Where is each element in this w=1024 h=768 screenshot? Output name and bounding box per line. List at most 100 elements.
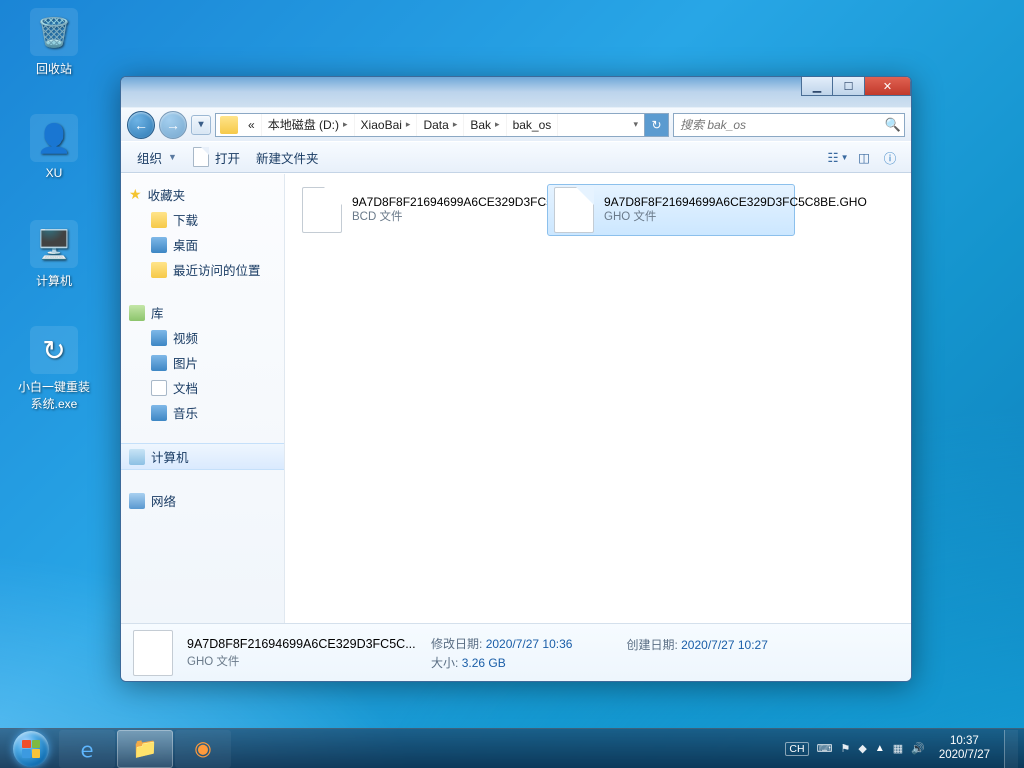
help-button[interactable]: ⓘ [877,146,903,168]
recycle-bin-icon: 🗑️ [30,8,78,56]
explorer-window: ▁ ☐ ✕ ← → ▾ « 本地磁盘 (D:)▸ XiaoBai▸ Data▸ … [120,76,912,682]
nav-music[interactable]: 音乐 [121,400,284,425]
star-icon: ★ [129,186,142,203]
taskbar-clock[interactable]: 10:37 2020/7/27 [933,735,996,763]
nav-downloads[interactable]: 下载 [121,207,284,232]
back-button[interactable]: ← [127,111,155,139]
breadcrumb-item[interactable]: XiaoBai▸ [355,114,418,136]
library-icon [129,305,145,321]
explorer-icon: 📁 [133,736,158,761]
search-icon: 🔍 [882,117,904,133]
taskbar-explorer[interactable]: 📁 [117,730,173,768]
video-icon [151,330,167,346]
desktop-icon-label: 计算机 [14,272,94,289]
window-titlebar[interactable]: ▁ ☐ ✕ [121,77,911,107]
file-item[interactable]: 9A7D8F8F21694699A6CE329D3FC5C8BE.BCD BCD… [295,184,543,236]
taskbar: ｅ 📁 ◉ CH ⌨ ⚑ ◆ ▲ ▦ 🔊 10:37 2020/7/27 [0,728,1024,768]
nav-documents[interactable]: 文档 [121,375,284,400]
details-size: 3.26 GB [462,656,506,670]
desktop-icon-computer[interactable]: 🖥️ 计算机 [14,220,94,289]
file-list-pane[interactable]: 9A7D8F8F21694699A6CE329D3FC5C8BE.BCD BCD… [285,174,911,623]
desktop-icon-label: 小白一键重装系统.exe [14,378,94,412]
breadcrumb-item[interactable]: Bak▸ [464,114,506,136]
new-folder-button[interactable]: 新建文件夹 [248,144,327,171]
nav-computer[interactable]: 计算机 [121,443,284,470]
nav-network[interactable]: 网络 [121,488,284,513]
breadcrumb-item[interactable]: Data▸ [417,114,464,136]
navigation-row: ← → ▾ « 本地磁盘 (D:)▸ XiaoBai▸ Data▸ Bak▸ b… [121,107,911,141]
organize-button[interactable]: 组织▼ [129,144,185,171]
address-bar[interactable]: « 本地磁盘 (D:)▸ XiaoBai▸ Data▸ Bak▸ bak_os … [215,113,669,137]
computer-icon [129,449,145,465]
desktop-icon-recycle-bin[interactable]: 🗑️ 回收站 [14,8,94,77]
open-button[interactable]: 打开 [185,143,248,171]
ie-icon: ｅ [77,734,97,763]
nav-desktop[interactable]: 桌面 [121,232,284,257]
nav-libraries[interactable]: 库 [121,300,284,325]
maximize-button[interactable]: ☐ [833,76,865,96]
desktop-icon-label: XU [14,166,94,180]
file-icon [302,187,342,233]
file-type: GHO 文件 [604,210,867,226]
preview-pane-button[interactable]: ◫ [851,146,877,168]
computer-icon: 🖥️ [30,220,78,268]
details-created: 2020/7/27 10:27 [681,638,768,652]
nav-videos[interactable]: 视频 [121,325,284,350]
nav-favorites[interactable]: ★收藏夹 [121,182,284,207]
action-center-icon[interactable]: ⚑ [840,742,850,755]
keyboard-icon[interactable]: ⌨ [817,742,833,755]
file-name: 9A7D8F8F21694699A6CE329D3FC5C8BE.GHO [604,194,867,210]
breadcrumb-overflow[interactable]: « [242,114,262,136]
system-tray: CH ⌨ ⚑ ◆ ▲ ▦ 🔊 10:37 2020/7/27 [785,730,1020,768]
refresh-button[interactable]: ↻ [644,114,668,136]
taskbar-media-player[interactable]: ◉ [175,730,231,768]
taskbar-ie[interactable]: ｅ [59,730,115,768]
breadcrumb-drive[interactable]: 本地磁盘 (D:)▸ [262,114,355,136]
tray-overflow-button[interactable]: ▲ [875,743,885,754]
music-icon [151,405,167,421]
address-dropdown[interactable]: ▾ [627,114,644,136]
windows-logo-icon [13,731,49,767]
breadcrumb-current[interactable]: bak_os [507,114,559,136]
search-box[interactable]: 🔍 [673,113,905,137]
nav-pictures[interactable]: 图片 [121,350,284,375]
file-icon [193,147,209,167]
minimize-button[interactable]: ▁ [801,76,833,96]
history-dropdown[interactable]: ▾ [191,115,211,135]
details-pane: 9A7D8F8F21694699A6CE329D3FC5C... GHO 文件 … [121,623,911,681]
folder-icon [151,212,167,228]
file-icon [554,187,594,233]
language-indicator[interactable]: CH [785,742,808,756]
documents-icon [151,380,167,396]
desktop-icon-label: 回收站 [14,60,94,77]
show-desktop-button[interactable] [1004,730,1018,768]
close-button[interactable]: ✕ [865,76,911,96]
app-icon: ↻ [30,326,78,374]
media-player-icon: ◉ [194,736,211,761]
details-filename: 9A7D8F8F21694699A6CE329D3FC5C... [187,637,417,651]
network-icon [129,493,145,509]
folder-icon [220,116,238,134]
navigation-pane: ★收藏夹 下载 桌面 最近访问的位置 库 视频 图片 文档 音乐 计算机 网络 [121,174,285,623]
clock-date: 2020/7/27 [939,749,990,763]
nav-recent[interactable]: 最近访问的位置 [121,257,284,282]
details-filetype: GHO 文件 [187,653,417,669]
command-bar: 组织▼ 打开 新建文件夹 ☷▼ ◫ ⓘ [121,141,911,173]
user-folder-icon: 👤 [30,114,78,162]
desktop-icon [151,237,167,253]
network-icon[interactable]: ▦ [893,742,903,755]
recent-icon [151,262,167,278]
clock-time: 10:37 [939,735,990,749]
start-button[interactable] [4,729,58,768]
view-options-button[interactable]: ☷▼ [825,146,851,168]
details-modified: 2020/7/27 10:36 [486,637,573,651]
forward-button[interactable]: → [159,111,187,139]
search-input[interactable] [674,118,882,132]
file-item[interactable]: 9A7D8F8F21694699A6CE329D3FC5C8BE.GHO GHO… [547,184,795,236]
tray-app-icon[interactable]: ◆ [858,742,866,755]
volume-icon[interactable]: 🔊 [911,742,925,755]
file-icon [133,630,173,676]
desktop-icon-user-folder[interactable]: 👤 XU [14,114,94,180]
pictures-icon [151,355,167,371]
desktop-icon-app-xiaobai[interactable]: ↻ 小白一键重装系统.exe [14,326,94,412]
